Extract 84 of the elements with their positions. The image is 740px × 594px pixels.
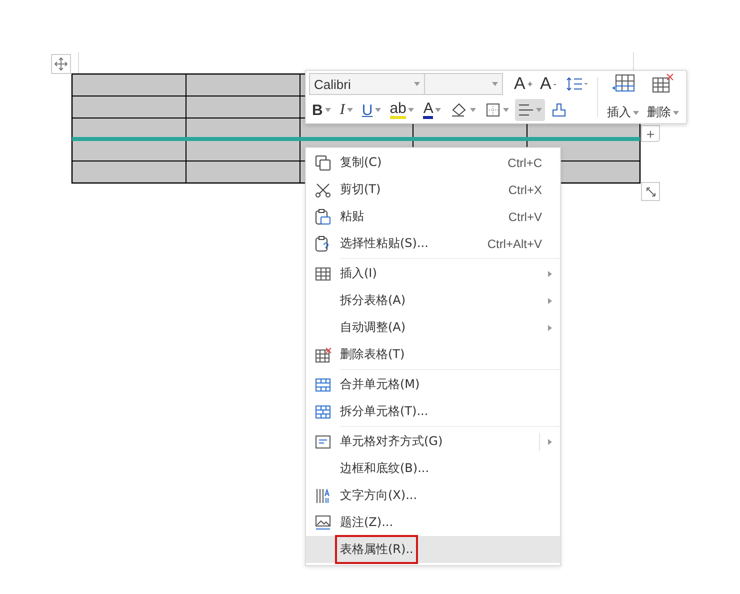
menu-item-label: 边框和底纹(B)... bbox=[339, 460, 430, 477]
menu-item[interactable]: 边框和底纹(B)... bbox=[306, 455, 560, 482]
split-cells-icon bbox=[315, 404, 331, 418]
line-spacing-icon bbox=[566, 77, 588, 91]
caret-icon bbox=[470, 108, 476, 112]
menu-item-label: 拆分单元格(T)... bbox=[339, 403, 430, 420]
menu-item[interactable]: 粘贴 Ctrl+V bbox=[306, 203, 560, 230]
menu-item[interactable]: 合并单元格(M) bbox=[306, 371, 560, 398]
submenu-arrow-icon bbox=[548, 438, 552, 444]
menu-item[interactable]: 复制(C) Ctrl+C bbox=[306, 149, 560, 176]
font-size-button[interactable]: A$^{-}$ bbox=[537, 73, 563, 95]
menu-item-label: 表格属性(R).. bbox=[335, 535, 418, 564]
caret-icon bbox=[673, 110, 679, 114]
align-left-icon bbox=[518, 103, 534, 117]
shortcut-text: Ctrl+X bbox=[508, 182, 542, 196]
caption-icon bbox=[315, 514, 331, 530]
underline-button[interactable]: U bbox=[358, 99, 384, 121]
menu-item[interactable]: 拆分单元格(T)... bbox=[306, 398, 560, 425]
menu-item[interactable]: 拆分表格(A) bbox=[306, 287, 560, 314]
shortcut-text: Ctrl+Alt+V bbox=[487, 236, 542, 250]
menu-item-label: 自动调整(A) bbox=[339, 319, 407, 336]
menu-item[interactable]: 题注(Z)... bbox=[306, 509, 560, 536]
brush-icon bbox=[551, 102, 568, 118]
cell-align-icon bbox=[315, 434, 331, 448]
font-size-button[interactable]: A$^{+}$ bbox=[511, 73, 537, 95]
resize-handle[interactable] bbox=[641, 182, 660, 201]
menu-item[interactable]: 剪切(T) Ctrl+X bbox=[306, 176, 560, 203]
scissors-icon bbox=[315, 182, 331, 198]
menu-item[interactable]: 插入(I) bbox=[306, 260, 560, 287]
move-icon bbox=[54, 57, 68, 71]
italic-button[interactable]: I bbox=[336, 99, 356, 121]
copy-icon bbox=[315, 154, 331, 170]
resize-icon bbox=[646, 186, 656, 196]
caret-icon bbox=[492, 82, 498, 86]
align-button[interactable] bbox=[515, 99, 546, 121]
menu-item-label: 剪切(T) bbox=[339, 181, 382, 198]
caret-icon bbox=[324, 108, 331, 112]
menu-item[interactable]: 表格属性(R).. bbox=[306, 536, 560, 563]
caret-icon bbox=[414, 82, 420, 86]
menu-item-label: 删除表格(T) bbox=[339, 346, 406, 363]
add-row-button[interactable]: + bbox=[641, 125, 660, 142]
submenu-arrow-icon bbox=[548, 298, 552, 304]
menu-item[interactable]: 单元格对齐方式(G) bbox=[306, 428, 560, 455]
menu-item[interactable]: 文字方向(X)... bbox=[306, 482, 560, 509]
move-handle[interactable] bbox=[51, 54, 71, 74]
submenu-arrow-icon bbox=[548, 324, 552, 330]
caret-icon bbox=[346, 108, 353, 112]
delete-table-icon bbox=[651, 73, 675, 95]
text-direction-icon bbox=[315, 488, 331, 504]
font-name-field[interactable]: Calibri bbox=[309, 73, 425, 95]
shortcut-text: Ctrl+V bbox=[508, 210, 542, 224]
font-color-button[interactable]: A bbox=[420, 99, 444, 121]
insert-button[interactable]: 插入 bbox=[602, 73, 643, 121]
caret-icon bbox=[503, 108, 510, 112]
caret-icon bbox=[374, 108, 381, 112]
bold-button[interactable]: B bbox=[309, 99, 334, 121]
merge-cells-icon bbox=[315, 378, 331, 392]
menu-item-label: 插入(I) bbox=[339, 265, 378, 282]
menu-item[interactable]: 选择性粘贴(S)... Ctrl+Alt+V bbox=[306, 230, 560, 257]
menu-item[interactable]: 自动调整(A) bbox=[306, 314, 560, 341]
delete-button[interactable]: 删除 bbox=[642, 73, 684, 121]
menu-item-label: 单元格对齐方式(G) bbox=[339, 433, 444, 450]
border-icon bbox=[485, 102, 502, 118]
menu-item-label: 拆分表格(A) bbox=[339, 292, 407, 309]
clipboard-icon bbox=[315, 208, 331, 224]
paint-bucket-icon bbox=[450, 102, 468, 118]
menu-item-label: 题注(Z)... bbox=[339, 514, 394, 531]
table-icon bbox=[315, 266, 331, 280]
table-delete-icon bbox=[314, 346, 332, 362]
caret-icon bbox=[536, 108, 542, 112]
menu-item-label: 复制(C) bbox=[339, 154, 383, 171]
submenu-arrow-icon bbox=[548, 270, 552, 276]
menu-item-label: 粘贴 bbox=[339, 208, 365, 225]
font-size-field[interactable] bbox=[425, 73, 503, 95]
caret-icon bbox=[632, 110, 639, 114]
caret-icon bbox=[408, 108, 414, 112]
caret-icon bbox=[435, 108, 442, 112]
highlight-button[interactable]: ab bbox=[386, 99, 418, 121]
menu-item-label: 选择性粘贴(S)... bbox=[339, 235, 430, 252]
clipboard-icon bbox=[315, 236, 331, 252]
menu-item-label: 合并单元格(M) bbox=[339, 376, 421, 393]
menu-item-label: 文字方向(X)... bbox=[339, 487, 418, 504]
menu-item[interactable]: 删除表格(T) bbox=[306, 341, 560, 368]
shortcut-text: Ctrl+C bbox=[508, 156, 542, 170]
